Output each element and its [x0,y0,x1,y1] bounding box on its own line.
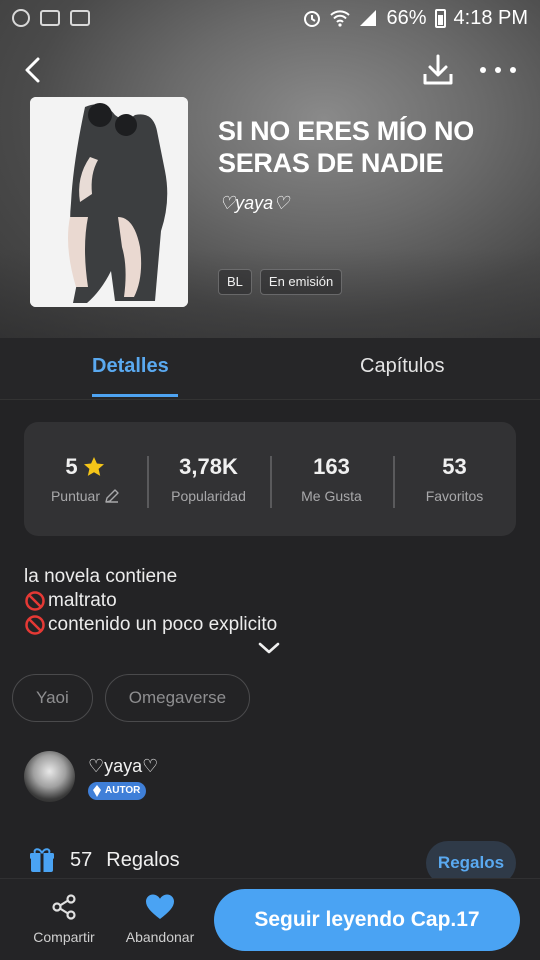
genre-tag-omegaverse[interactable]: Omegaverse [104,674,251,722]
author-badge: AUTOR [88,782,147,800]
description-line: maltrato [24,589,277,613]
tag-bl[interactable]: BL [218,269,252,295]
alarm-icon [304,11,321,27]
chevron-down-icon[interactable] [257,641,281,655]
description-line: la novela contiene [24,566,178,587]
gift-label: Regalos [106,848,180,871]
top-bar [0,48,540,92]
voicemail-icon [70,10,90,26]
back-arrow-icon[interactable] [18,54,50,86]
download-icon[interactable] [420,52,456,88]
stat-favorites: 53 Favoritos [393,454,516,508]
status-bar: 66% 4:18 PM [0,0,540,36]
cover-illustration [30,97,188,307]
whatsapp-icon [12,9,30,27]
favorites-label: Favoritos [425,488,484,504]
prohibited-icon [25,591,45,611]
gifts-row: 57 Regalos [28,846,180,874]
pen-nib-icon [93,785,101,797]
more-options-icon[interactable] [480,54,516,86]
author-avatar[interactable] [24,751,75,802]
stats-card: 5 Puntuar 3,78K Popularidad 163 Me Gusta… [24,422,516,536]
continue-reading-button[interactable]: Seguir leyendo Cap.17 [214,889,520,951]
bottom-bar: Compartir Abandonar Seguir leyendo Cap.1… [0,878,540,960]
favorites-value: 53 [442,454,467,479]
likes-label: Me Gusta [301,488,362,504]
tab-chapters[interactable]: Capítulos [360,355,445,378]
prohibited-icon [25,615,45,635]
clock: 4:18 PM [453,6,528,29]
book-cover[interactable] [30,97,188,307]
genre-tags: Yaoi Omegaverse [12,674,251,722]
abandon-label: Abandonar [125,929,195,945]
battery-icon [434,8,446,28]
description-text: maltrato [48,590,117,611]
gallery-icon [40,10,60,26]
heart-icon [146,894,174,919]
rating-label: Puntuar [50,488,101,504]
genre-tag-yaoi[interactable]: Yaoi [12,674,93,722]
description-line: contenido un poco explicito [24,613,277,637]
book-title: SI NO ERES MÍO NO SERAS DE NADIE [218,116,474,178]
wifi-icon [330,10,351,27]
pencil-icon [105,489,119,503]
book-author[interactable]: ♡yaya♡ [219,193,289,214]
stat-rating[interactable]: 5 Puntuar [24,454,147,504]
gift-count: 57 [70,848,93,871]
book-tags: BL En emisión [218,269,343,295]
star-icon [83,457,104,476]
tag-status: En emisión [259,269,343,295]
active-tab-indicator [92,394,178,397]
gift-icon [30,848,54,872]
description-text: contenido un poco explicito [48,614,278,635]
share-icon [52,894,76,920]
description: la novela contiene maltrato contenido un… [24,565,277,637]
stat-likes: 163 Me Gusta [270,454,393,508]
share-label: Compartir [33,929,95,945]
author-name[interactable]: ♡yaya♡ [88,756,158,777]
popularity-value: 3,78K [179,454,238,479]
signal-icon [360,10,377,26]
abandon-button[interactable]: Abandonar [115,893,205,945]
popularity-label: Popularidad [171,488,246,504]
author-badge-label: AUTOR [105,785,141,796]
share-button[interactable]: Compartir [19,893,109,945]
stat-popularity: 3,78K Popularidad [147,454,270,508]
battery-percent: 66% [386,6,427,29]
tab-details[interactable]: Detalles [92,355,169,378]
likes-value: 163 [313,454,350,479]
tab-bar: Detalles Capítulos [0,338,540,400]
rating-value: 5 [65,454,78,479]
